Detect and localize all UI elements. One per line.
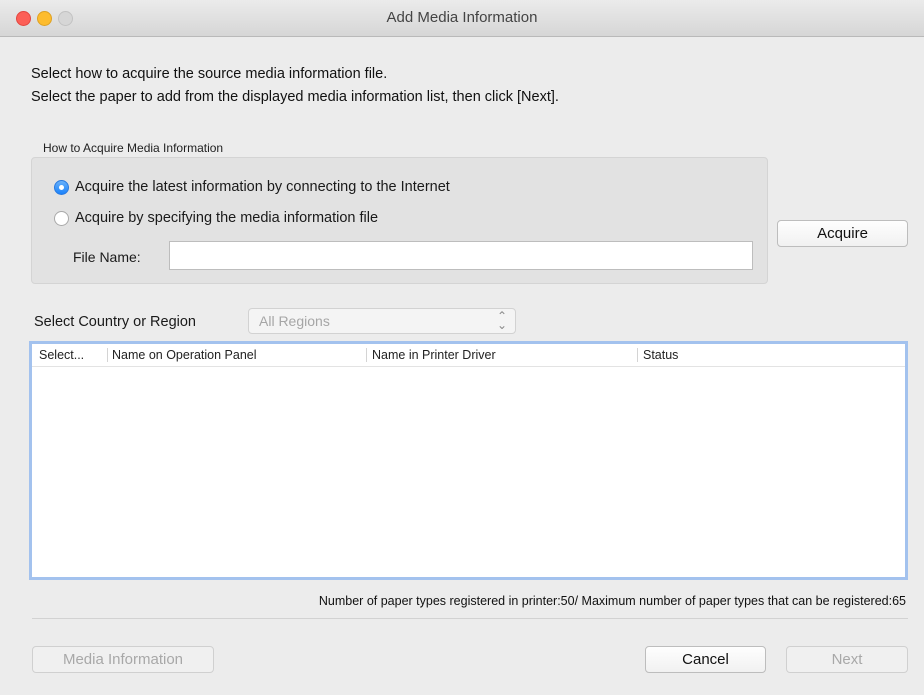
column-divider[interactable] (107, 348, 108, 362)
column-header-status[interactable]: Status (643, 348, 678, 362)
region-select[interactable]: All Regions ⌃ ⌄ (248, 308, 516, 334)
radio-file-label: Acquire by specifying the media informat… (75, 210, 379, 226)
instruction-line-1: Select how to acquire the source media i… (31, 66, 388, 82)
acquire-method-group: Acquire the latest information by connec… (31, 157, 768, 284)
footer-divider (32, 618, 908, 619)
region-label: Select Country or Region (34, 314, 196, 330)
column-divider[interactable] (366, 348, 367, 362)
radio-selected-icon[interactable] (54, 179, 69, 195)
acquire-button[interactable]: Acquire (777, 220, 908, 247)
next-button[interactable]: Next (786, 646, 908, 673)
title-bar: Add Media Information (0, 0, 924, 37)
add-media-information-dialog: Add Media Information Select how to acqu… (0, 0, 924, 695)
column-header-driver-name[interactable]: Name in Printer Driver (372, 348, 496, 362)
table-header: Select... Name on Operation Panel Name i… (32, 344, 905, 367)
column-divider[interactable] (637, 348, 638, 362)
window-title: Add Media Information (386, 9, 538, 26)
radio-file[interactable]: Acquire by specifying the media informat… (54, 210, 378, 226)
column-header-select[interactable]: Select... (39, 348, 84, 362)
cancel-button[interactable]: Cancel (645, 646, 766, 673)
paper-count-text: Number of paper types registered in prin… (318, 594, 906, 608)
file-name-label: File Name: (73, 249, 141, 265)
instruction-line-2: Select the paper to add from the display… (31, 89, 559, 105)
media-information-button[interactable]: Media Information (32, 646, 214, 673)
region-select-value: All Regions (259, 313, 330, 329)
file-name-input[interactable] (169, 241, 753, 270)
chevron-up-down-icon: ⌃ ⌄ (496, 309, 507, 332)
acquire-group-label: How to Acquire Media Information (43, 141, 224, 155)
radio-unselected-icon[interactable] (54, 210, 69, 226)
column-header-operation-panel-name[interactable]: Name on Operation Panel (112, 348, 257, 362)
radio-internet-label: Acquire the latest information by connec… (75, 179, 450, 195)
radio-internet[interactable]: Acquire the latest information by connec… (54, 179, 450, 195)
media-list-table[interactable]: Select... Name on Operation Panel Name i… (29, 341, 908, 580)
